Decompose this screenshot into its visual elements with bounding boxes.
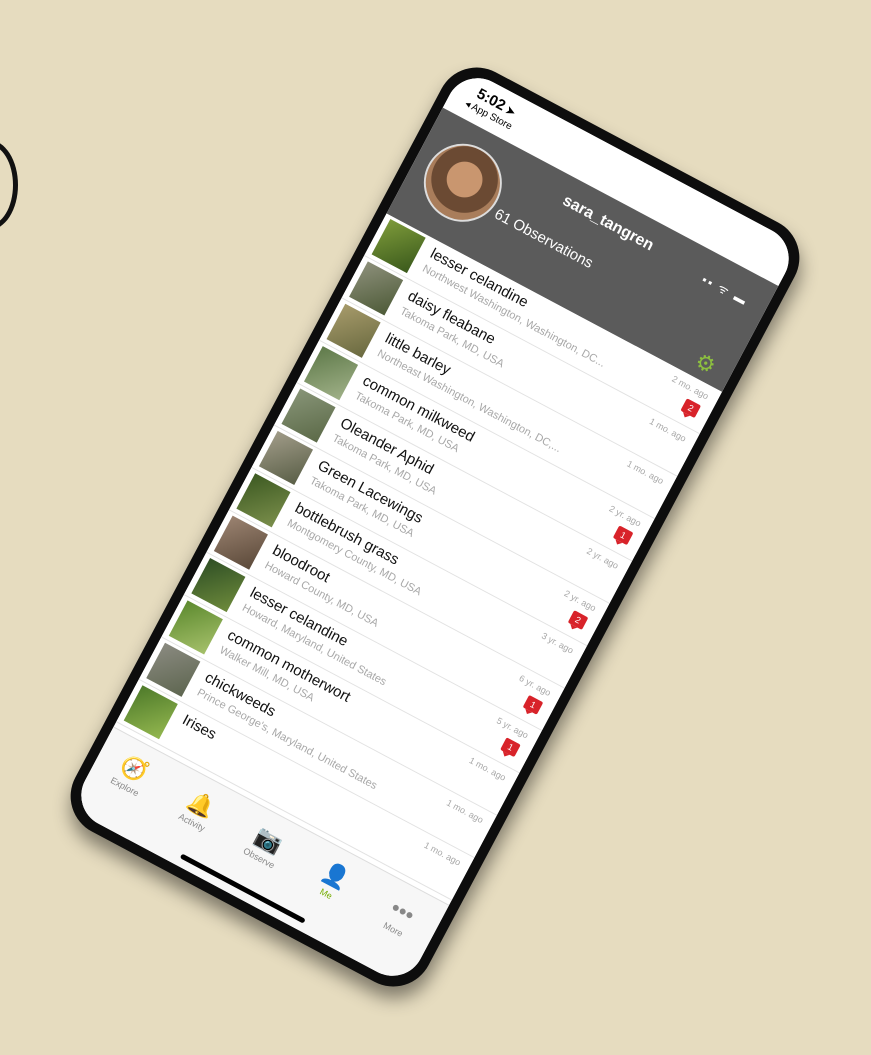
- location-arrow-icon: ➤: [503, 104, 518, 120]
- comment-count-badge: 2: [680, 398, 702, 419]
- comment-count-badge: 1: [612, 525, 634, 546]
- decorative-circle: [0, 140, 18, 230]
- comment-count-badge: 1: [522, 694, 544, 715]
- comment-count-badge: 1: [500, 737, 521, 758]
- comment-count-badge: 2: [567, 610, 589, 630]
- phone-device: 5:02➤ ◂ App Store sara_tangren 61 Observ…: [56, 53, 814, 1001]
- gear-icon[interactable]: ⚙: [691, 348, 720, 379]
- app-screen: 5:02➤ ◂ App Store sara_tangren 61 Observ…: [70, 66, 800, 988]
